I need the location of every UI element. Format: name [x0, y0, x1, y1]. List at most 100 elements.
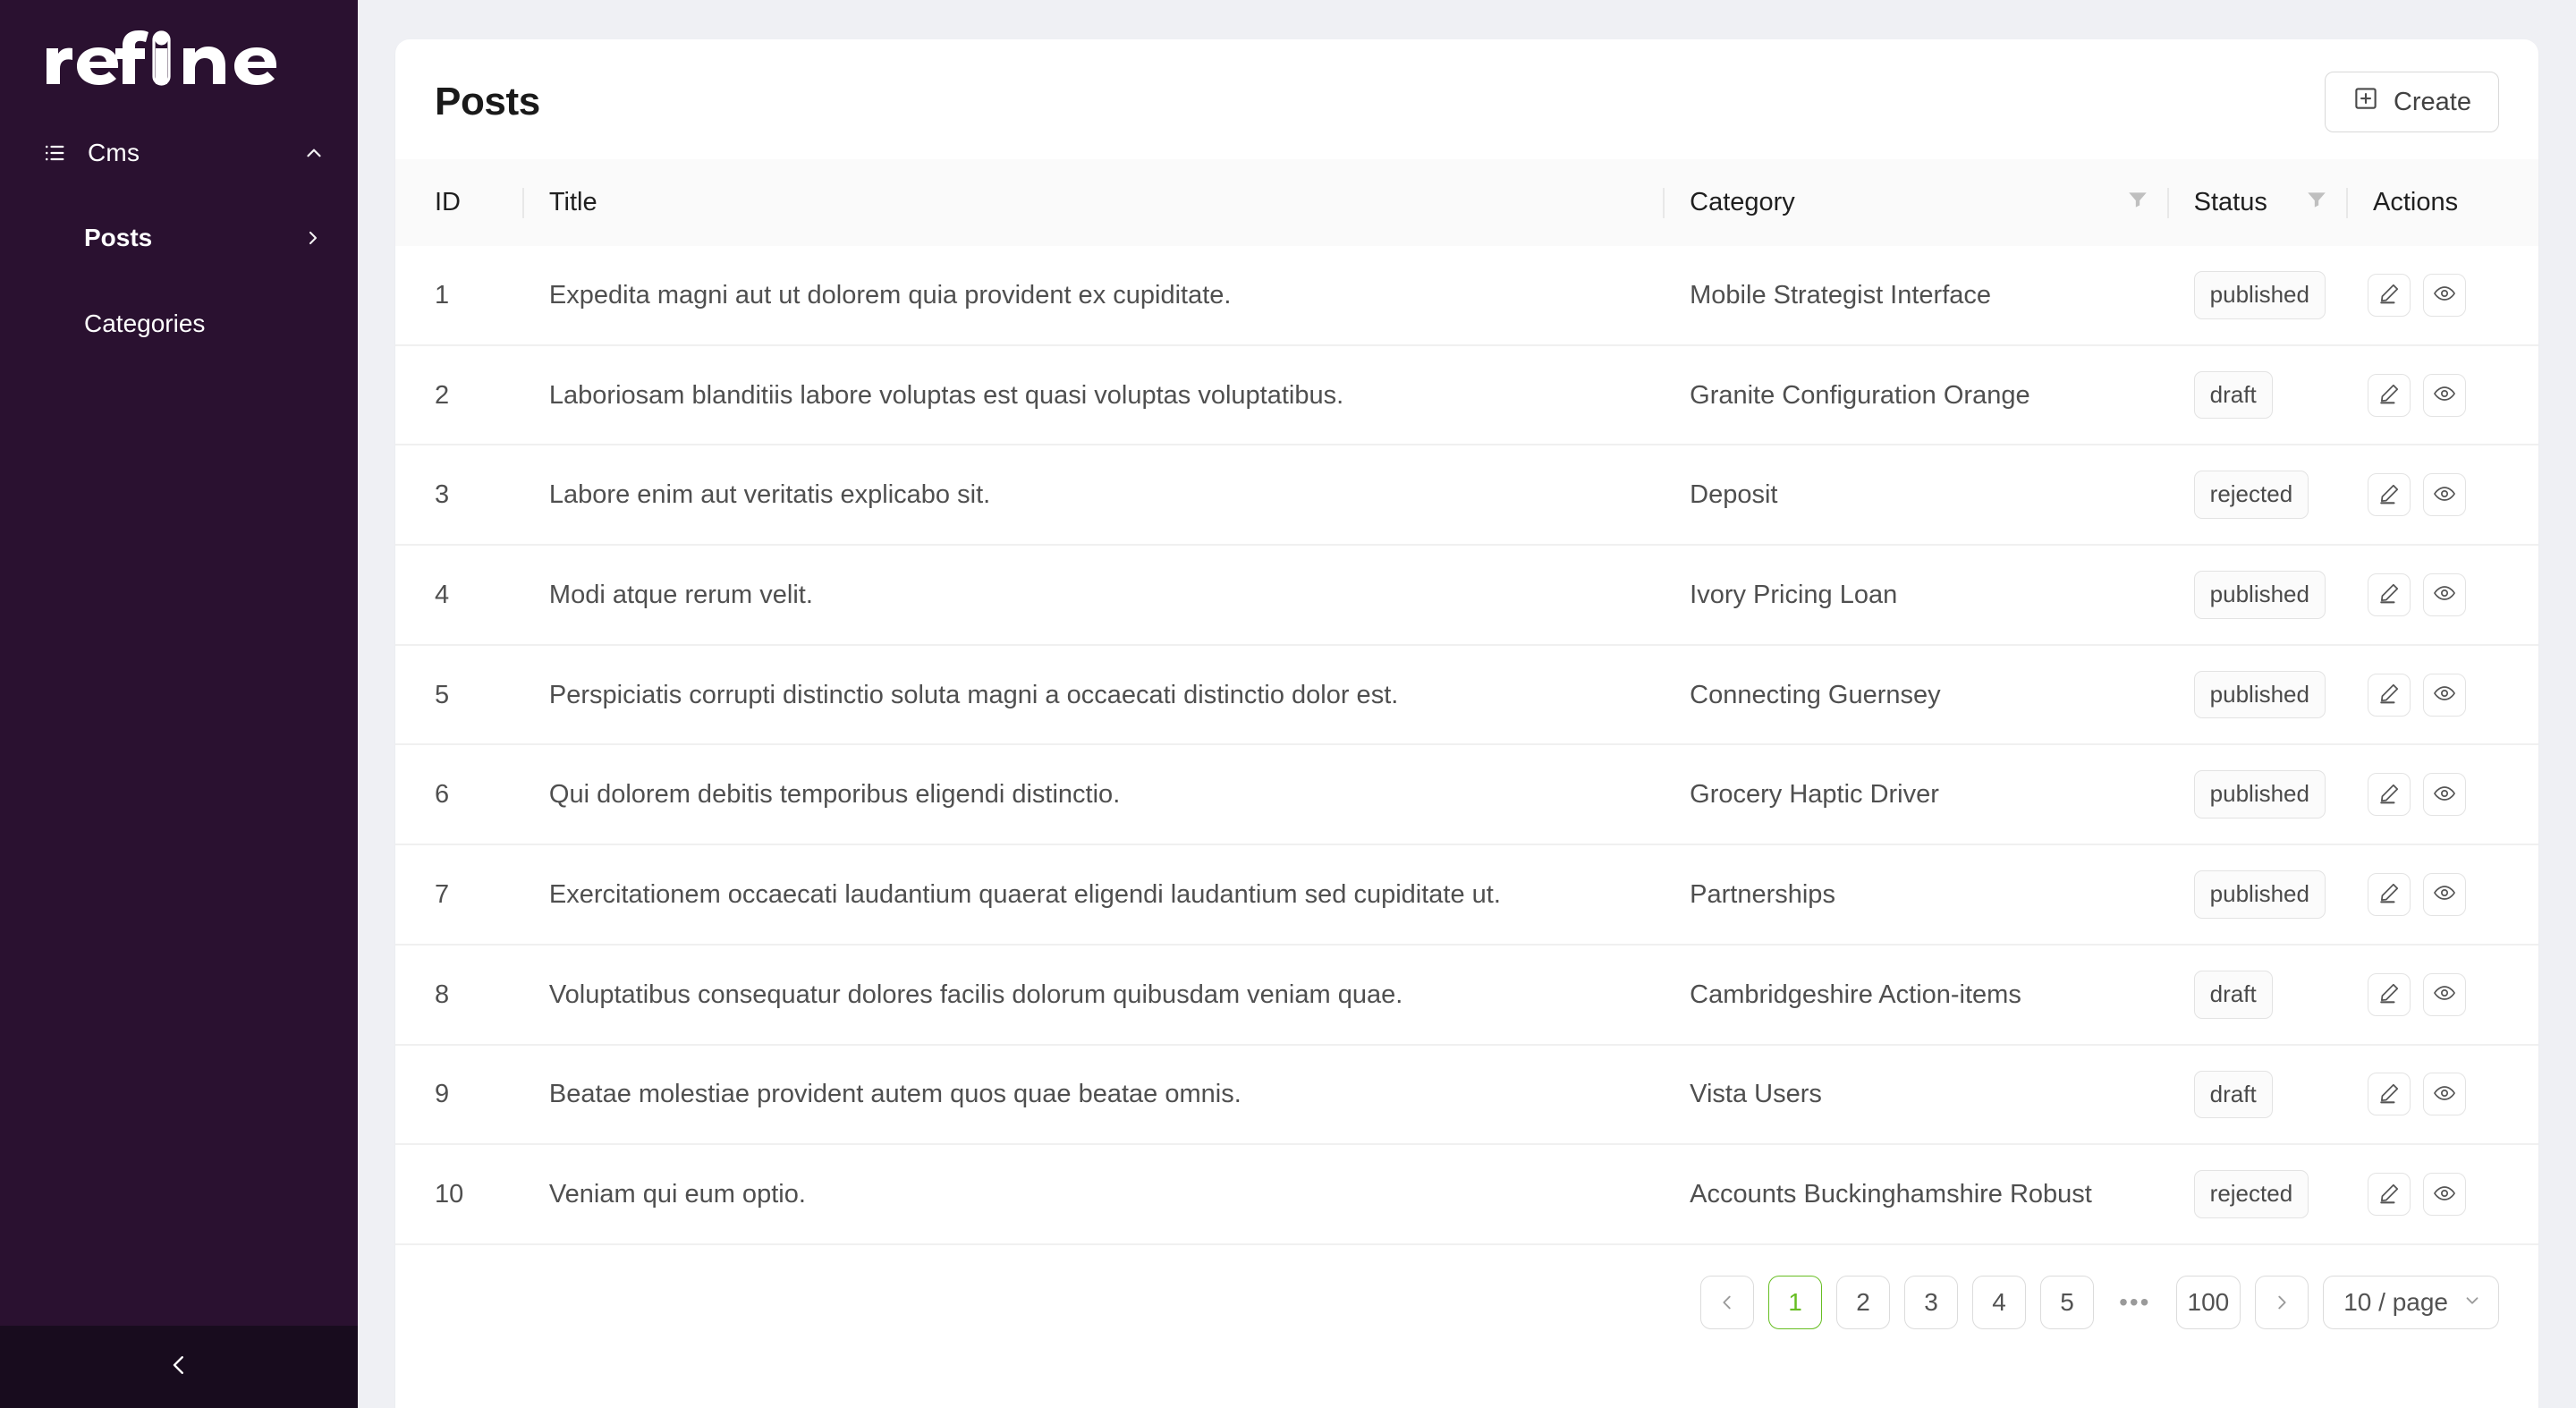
edit-icon [2377, 782, 2401, 808]
show-icon [2433, 682, 2456, 708]
brand-logo[interactable] [0, 0, 358, 121]
pagination-last-page[interactable]: 100 [2175, 1275, 2241, 1329]
main-content: Posts Create ID Title Category Status Ac… [358, 0, 2576, 1408]
status-badge: published [2193, 571, 2326, 619]
sidebar-group-cms[interactable]: Cms [0, 128, 358, 178]
edit-button[interactable] [2368, 1173, 2411, 1217]
menu-spacer [0, 178, 358, 212]
edit-button[interactable] [2368, 273, 2411, 317]
status-badge: rejected [2193, 471, 2309, 520]
table-row: 3 Labore enim aut veritatis explicabo sit… [395, 445, 2538, 547]
edit-button[interactable] [2368, 573, 2411, 616]
edit-icon [2377, 581, 2401, 607]
page-title: Posts [435, 80, 540, 123]
edit-icon [2377, 881, 2401, 907]
show-button[interactable] [2423, 972, 2467, 1016]
app-root: Cms Posts Categories Posts Create ID Tit… [0, 0, 2576, 1408]
sidebar-item-posts[interactable]: Posts [0, 212, 358, 264]
cell-title: Qui dolorem debitis temporibus eligendi … [521, 744, 1664, 846]
filter-icon[interactable] [2305, 188, 2328, 218]
cell-actions [2346, 844, 2538, 946]
show-button[interactable] [2423, 573, 2467, 616]
status-badge: published [2193, 271, 2326, 319]
pagination-page-1[interactable]: 1 [1768, 1275, 1823, 1329]
edit-button[interactable] [2368, 673, 2411, 717]
show-button[interactable] [2423, 373, 2467, 417]
sidebar-menu: Cms Posts Categories [0, 121, 358, 350]
column-header-category[interactable]: Category [1663, 159, 2167, 246]
show-button[interactable] [2423, 473, 2467, 517]
create-button[interactable]: Create [2324, 72, 2499, 132]
status-badge: published [2193, 870, 2326, 919]
cell-category: Accounts Buckinghamshire Robust [1663, 1144, 2167, 1245]
pagination-next[interactable] [2255, 1275, 2309, 1329]
cell-title: Modi atque rerum velit. [521, 545, 1664, 646]
edit-icon [2377, 382, 2401, 408]
show-button[interactable] [2423, 1173, 2467, 1217]
refine-logo-icon [47, 30, 277, 86]
show-icon [2433, 881, 2456, 907]
show-button[interactable] [2423, 773, 2467, 817]
column-header-status[interactable]: Status [2166, 159, 2347, 246]
cell-id: 7 [395, 844, 522, 946]
sidebar-filler [0, 350, 358, 1326]
show-icon [2433, 282, 2456, 308]
show-icon [2433, 1182, 2456, 1208]
column-header-id[interactable]: ID [395, 159, 522, 246]
pagination-page-3[interactable]: 3 [1904, 1275, 1959, 1329]
cell-status: draft [2166, 944, 2347, 1046]
filter-icon[interactable] [2126, 188, 2149, 218]
pagination-ellipsis[interactable]: ••• [2108, 1276, 2161, 1329]
show-button[interactable] [2423, 673, 2467, 717]
plus-square-icon [2352, 85, 2379, 119]
cell-id: 9 [395, 1044, 522, 1146]
pagination: 1 2 3 4 5 ••• 100 10 / page [395, 1245, 2538, 1356]
cell-id: 6 [395, 744, 522, 846]
cell-category: Vista Users [1663, 1044, 2167, 1146]
edit-button[interactable] [2368, 1073, 2411, 1116]
sidebar-collapse-button[interactable] [0, 1326, 358, 1408]
create-button-label: Create [2393, 87, 2471, 116]
edit-button[interactable] [2368, 773, 2411, 817]
cell-id: 1 [395, 246, 522, 346]
column-header-title[interactable]: Title [521, 159, 1664, 246]
edit-button[interactable] [2368, 373, 2411, 417]
show-button[interactable] [2423, 872, 2467, 916]
cell-actions [2346, 644, 2538, 746]
cell-category: Deposit [1663, 445, 2167, 547]
edit-button[interactable] [2368, 972, 2411, 1016]
cell-actions [2346, 246, 2538, 346]
status-badge: published [2193, 770, 2326, 819]
cell-category: Partnerships [1663, 844, 2167, 946]
show-icon [2433, 581, 2456, 607]
pagination-page-4[interactable]: 4 [1972, 1275, 2027, 1329]
cell-title: Voluptatibus consequatur dolores facilis… [521, 944, 1664, 1046]
show-icon [2433, 482, 2456, 508]
table-header: ID Title Category Status Actions [395, 159, 2538, 246]
table-row: 2 Laboriosam blanditiis labore voluptas e… [395, 344, 2538, 446]
status-badge: draft [2193, 970, 2273, 1019]
cell-actions [2346, 944, 2538, 1046]
column-header-actions: Actions [2346, 159, 2538, 246]
cell-actions [2346, 1044, 2538, 1146]
pagination-page-2[interactable]: 2 [1836, 1275, 1891, 1329]
edit-button[interactable] [2368, 473, 2411, 517]
cell-category: Ivory Pricing Loan [1663, 545, 2167, 646]
chevron-up-icon[interactable] [302, 141, 326, 165]
column-label: Category [1690, 188, 1795, 216]
show-button[interactable] [2423, 273, 2467, 317]
cell-actions [2346, 545, 2538, 646]
sidebar-item-categories[interactable]: Categories [0, 298, 358, 350]
show-icon [2433, 782, 2456, 808]
pagination-prev[interactable] [1700, 1275, 1755, 1329]
cell-status: draft [2166, 344, 2347, 446]
pagination-page-5[interactable]: 5 [2040, 1275, 2095, 1329]
edit-button[interactable] [2368, 872, 2411, 916]
cell-category: Mobile Strategist Interface [1663, 246, 2167, 346]
cell-category: Cambridgeshire Action-items [1663, 944, 2167, 1046]
cell-id: 3 [395, 445, 522, 547]
cell-status: published [2166, 246, 2347, 346]
sidebar-item-label: Categories [84, 310, 206, 337]
page-size-select[interactable]: 10 / page [2323, 1275, 2499, 1329]
show-button[interactable] [2423, 1073, 2467, 1116]
